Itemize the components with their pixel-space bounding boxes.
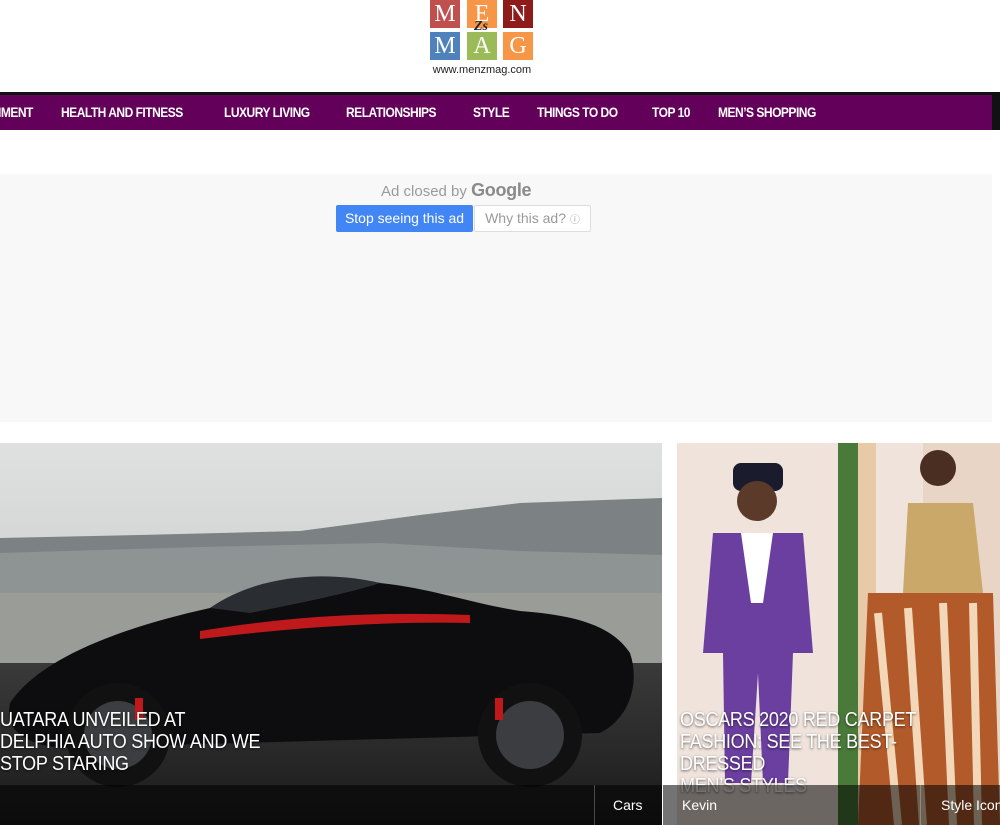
headline-line: STOP STARING [0,753,129,775]
article-card-oscars[interactable]: OSCARS 2020 RED CARPET FASHION: SEE THE … [663,443,1000,825]
article-headline[interactable]: UATARA UNVEILED AT DELPHIA AUTO SHOW AND… [0,709,261,775]
main-nav: IMENT HEALTH AND FITNESS LUXURY LIVING R… [0,92,992,130]
stop-seeing-ad-button[interactable]: Stop seeing this ad [336,205,473,232]
category-tag[interactable]: Style Icon [920,785,1000,825]
headline-line: FASHION: SEE THE BEST-DRESSED [680,731,897,775]
nav-item-health-fitness[interactable]: HEALTH AND FITNESS [61,95,183,130]
headline-line: OSCARS 2020 RED CARPET [680,709,917,731]
nav-item-style[interactable]: STYLE [473,95,510,130]
article-meta-bar [0,785,662,825]
why-this-ad-button[interactable]: Why this ad? ⓘ [474,205,591,232]
logo-zs: Zs [474,19,488,34]
logo-tile-m: M [430,0,460,28]
nav-item-top-10[interactable]: TOP 10 [652,95,690,130]
headline-line: UATARA UNVEILED AT [0,709,186,731]
logo-tile-g: G [503,32,533,60]
nav-search-edge [992,92,1000,130]
google-wordmark: Google [471,180,532,200]
ad-closed-message: Ad closed by Google [381,180,532,201]
nav-item-luxury-living[interactable]: LUXURY LIVING [224,95,310,130]
nav-item-things-to-do[interactable]: THINGS TO DO [537,95,618,130]
why-this-ad-label: Why this ad? [485,210,567,226]
nav-item-relationships[interactable]: RELATIONSHIPS [346,95,437,130]
author-name[interactable]: Kevin [682,785,717,825]
info-icon: ⓘ [569,215,580,226]
logo-tile-m2: M [430,32,460,60]
nav-item-mens-shopping[interactable]: MEN’S SHOPPING [718,95,816,130]
logo-tile-n: N [503,0,533,28]
article-headline[interactable]: OSCARS 2020 RED CARPET FASHION: SEE THE … [680,709,941,797]
logo-url: www.menzmag.com [432,64,532,76]
category-tag[interactable]: Cars [594,785,662,825]
nav-item-entertainment[interactable]: IMENT [0,95,33,130]
headline-line: DELPHIA AUTO SHOW AND WE [0,731,261,753]
ad-closed-text: Ad closed by [381,183,467,200]
site-logo[interactable]: M E N M A G Zs www.menzmag.com [427,0,537,80]
article-card-car[interactable]: UATARA UNVEILED AT DELPHIA AUTO SHOW AND… [0,443,662,825]
logo-tile-a: A [467,32,497,60]
